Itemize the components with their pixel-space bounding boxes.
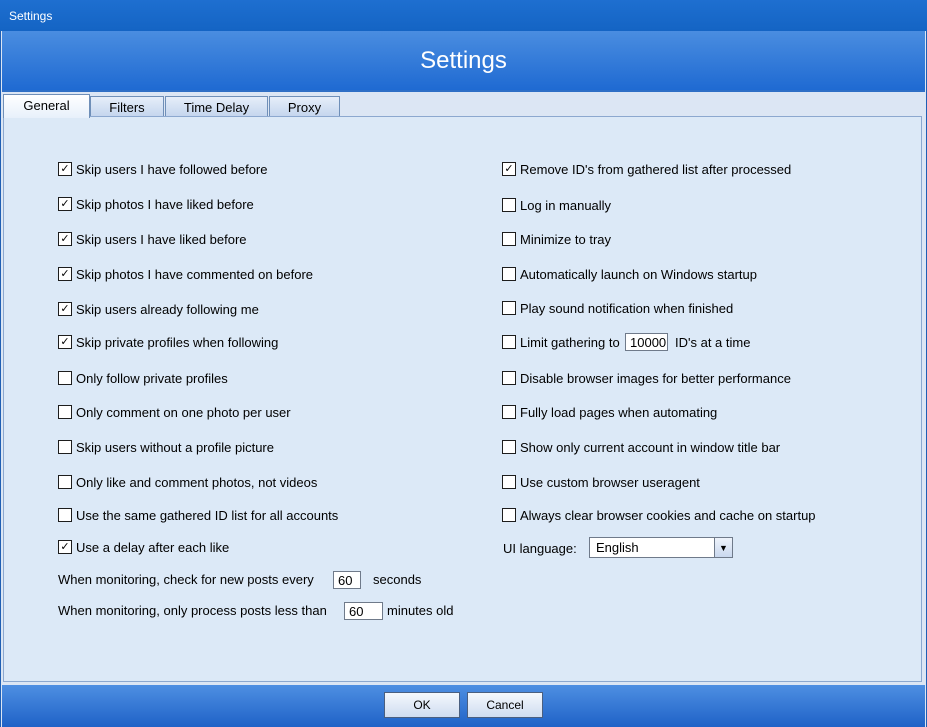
left-option-0[interactable]: ✓ Skip users I have followed before (58, 161, 268, 177)
option-label: Only follow private profiles (76, 370, 228, 386)
ok-button[interactable]: OK (384, 692, 460, 718)
left-option-2[interactable]: ✓ Skip users I have liked before (58, 231, 247, 247)
monitor-age-suffix: minutes old (387, 603, 454, 618)
option-label: Only comment on one photo per user (76, 404, 291, 420)
language-value: English (596, 540, 639, 555)
option-label: Limit gathering to (520, 334, 620, 350)
chevron-down-icon[interactable]: ▼ (714, 538, 732, 557)
checkbox-checked[interactable]: ✓ (502, 162, 516, 176)
option-label: Fully load pages when automating (520, 404, 718, 420)
monitor-check-input[interactable] (333, 571, 361, 589)
monitor-age-label: When monitoring, only process posts less… (58, 603, 327, 618)
right-option-10[interactable]: Always clear browser cookies and cache o… (502, 507, 816, 523)
option-label: Skip users already following me (76, 301, 259, 317)
checkbox-unchecked[interactable] (58, 440, 72, 454)
checkbox-unchecked[interactable] (58, 405, 72, 419)
checkbox-unchecked[interactable] (58, 475, 72, 489)
checkbox-unchecked[interactable] (502, 335, 516, 349)
option-label: Use custom browser useragent (520, 474, 700, 490)
checkbox-unchecked[interactable] (502, 301, 516, 315)
option-label: Remove ID's from gathered list after pro… (520, 161, 792, 177)
language-label: UI language: (503, 541, 577, 556)
checkbox-unchecked[interactable] (502, 508, 516, 522)
right-option-4[interactable]: Play sound notification when finished (502, 300, 733, 316)
limit-gathering-suffix: ID's at a time (675, 335, 751, 350)
right-option-0[interactable]: ✓ Remove ID's from gathered list after pr… (502, 161, 791, 177)
option-label: Only like and comment photos, not videos (76, 474, 318, 490)
checkbox-unchecked[interactable] (502, 475, 516, 489)
checkbox-unchecked[interactable] (502, 405, 516, 419)
left-option-4[interactable]: ✓ Skip users already following me (58, 301, 259, 317)
limit-gathering-input[interactable] (625, 333, 668, 351)
option-label: Skip users I have liked before (76, 231, 247, 247)
tab-filters[interactable]: Filters (90, 96, 164, 116)
right-option-9[interactable]: Use custom browser useragent (502, 474, 700, 490)
option-label: Disable browser images for better perfor… (520, 370, 791, 386)
right-option-1[interactable]: Log in manually (502, 197, 611, 213)
left-option-6[interactable]: Only follow private profiles (58, 370, 228, 386)
checkbox-unchecked[interactable] (502, 440, 516, 454)
right-option-8[interactable]: Show only current account in window titl… (502, 439, 780, 455)
language-select[interactable]: English ▼ (589, 537, 733, 558)
option-label: Show only current account in window titl… (520, 439, 781, 455)
footer-bar (2, 685, 925, 727)
checkbox-checked[interactable]: ✓ (58, 267, 72, 281)
header-divider (2, 90, 925, 92)
checkbox-checked[interactable]: ✓ (58, 335, 72, 349)
checkbox-unchecked[interactable] (502, 267, 516, 281)
right-option-3[interactable]: Automatically launch on Windows startup (502, 266, 757, 282)
option-label: Always clear browser cookies and cache o… (520, 507, 816, 523)
option-label: Automatically launch on Windows startup (520, 266, 758, 282)
left-option-8[interactable]: Skip users without a profile picture (58, 439, 274, 455)
option-label: Minimize to tray (520, 231, 612, 247)
left-option-3[interactable]: ✓ Skip photos I have commented on before (58, 266, 313, 282)
checkbox-checked[interactable]: ✓ (58, 302, 72, 316)
left-option-9[interactable]: Only like and comment photos, not videos (58, 474, 317, 490)
monitor-check-label: When monitoring, check for new posts eve… (58, 572, 314, 587)
checkbox-unchecked[interactable] (58, 508, 72, 522)
left-option-10[interactable]: Use the same gathered ID list for all ac… (58, 507, 338, 523)
window-title: Settings (9, 9, 53, 23)
checkbox-unchecked[interactable] (58, 371, 72, 385)
checkbox-checked[interactable]: ✓ (58, 162, 72, 176)
left-option-7[interactable]: Only comment on one photo per user (58, 404, 291, 420)
option-label: Use a delay after each like (76, 539, 230, 555)
option-label: Use the same gathered ID list for all ac… (76, 507, 339, 523)
tab-proxy[interactable]: Proxy (269, 96, 340, 116)
tab-time-delay[interactable]: Time Delay (165, 96, 268, 116)
window-titlebar: Settings (0, 0, 927, 31)
checkbox-unchecked[interactable] (502, 198, 516, 212)
right-option-6[interactable]: Disable browser images for better perfor… (502, 370, 791, 386)
checkbox-unchecked[interactable] (502, 232, 516, 246)
option-label: Play sound notification when finished (520, 300, 734, 316)
checkbox-checked[interactable]: ✓ (58, 540, 72, 554)
tab-general[interactable]: General (3, 94, 90, 118)
option-label: Skip users I have followed before (76, 161, 268, 177)
left-option-5[interactable]: ✓ Skip private profiles when following (58, 334, 278, 350)
right-option-7[interactable]: Fully load pages when automating (502, 404, 717, 420)
checkbox-unchecked[interactable] (502, 371, 516, 385)
option-label: Skip users without a profile picture (76, 439, 274, 455)
checkbox-checked[interactable]: ✓ (58, 197, 72, 211)
checkbox-checked[interactable]: ✓ (58, 232, 72, 246)
left-option-1[interactable]: ✓ Skip photos I have liked before (58, 196, 254, 212)
option-label: Skip photos I have commented on before (76, 266, 314, 282)
option-label: Skip private profiles when following (76, 334, 279, 350)
cancel-button[interactable]: Cancel (467, 692, 543, 718)
left-option-11[interactable]: ✓ Use a delay after each like (58, 539, 229, 555)
option-label: Log in manually (520, 197, 612, 213)
right-option-5[interactable]: Limit gathering to (502, 334, 620, 350)
monitor-check-suffix: seconds (373, 572, 422, 587)
monitor-age-input[interactable] (344, 602, 383, 620)
page-title: Settings (2, 31, 925, 90)
option-label: Skip photos I have liked before (76, 196, 254, 212)
right-option-2[interactable]: Minimize to tray (502, 231, 611, 247)
